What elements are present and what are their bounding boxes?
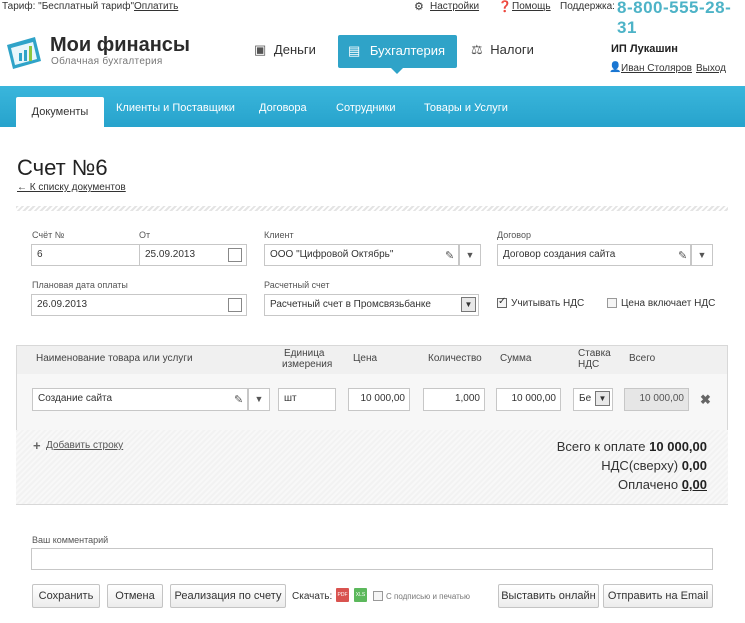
- chevron-down-icon[interactable]: ▼: [248, 388, 270, 411]
- vat-value: 0,00: [681, 458, 707, 473]
- item-price-field[interactable]: 10 000,00: [348, 388, 410, 411]
- comment-input[interactable]: [31, 548, 713, 570]
- client-label: Клиент: [264, 230, 294, 240]
- pay-link[interactable]: Оплатить: [134, 1, 178, 12]
- wallet-icon: ▣: [254, 42, 267, 57]
- download-label: Скачать:: [292, 591, 333, 602]
- xls-icon[interactable]: XLS: [354, 588, 367, 602]
- send-email-button[interactable]: Отправить на Email: [603, 584, 713, 608]
- plus-icon: +: [33, 438, 41, 453]
- col-rate-header-2: НДС: [578, 359, 600, 370]
- select-arrow-icon[interactable]: ▼: [595, 391, 610, 406]
- support-label: Поддержка:: [560, 1, 615, 12]
- sign-stamp-checkbox[interactable]: [373, 591, 383, 601]
- cancel-button[interactable]: Отмена: [107, 584, 163, 608]
- total-due-line: Всего к оплате 10 000,00: [556, 439, 707, 454]
- tab-contracts[interactable]: Договора: [259, 102, 307, 114]
- col-sum-header: Сумма: [500, 353, 532, 364]
- pencil-icon[interactable]: ✎: [678, 249, 687, 262]
- nav-taxes[interactable]: ⚖ Налоги: [471, 42, 541, 62]
- account-select[interactable]: Расчетный счет в Промсвязьбанке: [264, 294, 479, 316]
- tariff-text: Тариф: "Бесплатный тариф": [2, 1, 135, 12]
- comment-label: Ваш комментарий: [32, 535, 109, 545]
- calendar-icon[interactable]: [228, 298, 242, 312]
- vat-line: НДС(сверху) 0,00: [601, 458, 707, 473]
- pdf-icon[interactable]: PDF: [336, 588, 349, 602]
- calendar-icon[interactable]: [228, 248, 242, 262]
- sign-stamp-label: С подписью и печатью: [386, 592, 470, 601]
- contract-label: Договор: [497, 230, 531, 240]
- col-unit-header-1: Единица: [284, 348, 325, 359]
- realization-button[interactable]: Реализация по счету: [170, 584, 286, 608]
- col-qty-header: Количество: [428, 353, 482, 364]
- support-phone: 8-800-555-28-31: [617, 0, 732, 37]
- nav-money[interactable]: ▣ Деньги: [254, 42, 324, 62]
- tab-goods-services[interactable]: Товары и Услуги: [424, 102, 508, 114]
- account-label: Расчетный счет: [264, 280, 330, 290]
- pay-date-label: Плановая дата оплаты: [32, 280, 128, 290]
- date-label: От: [139, 230, 151, 240]
- contract-field[interactable]: Договор создания сайта: [497, 244, 691, 266]
- logout-link[interactable]: Выход: [696, 63, 726, 74]
- user-name-link[interactable]: Иван Столяров: [621, 63, 692, 74]
- nav-accounting[interactable]: ▤ Бухгалтерия: [338, 35, 457, 68]
- col-unit-header-2: измерения: [282, 359, 333, 370]
- vat-included-checkbox[interactable]: [607, 298, 617, 308]
- page-title: Счет №6: [17, 155, 108, 180]
- scales-icon: ⚖: [471, 42, 483, 57]
- total-due-value: 10 000,00: [649, 439, 707, 454]
- company-name: ИП Лукашин: [611, 43, 678, 55]
- user-icon: 👤: [609, 62, 622, 73]
- top-bar: Тариф: "Бесплатный тариф" Оплатить ⚙ Нас…: [0, 0, 745, 37]
- active-nav-pointer: [391, 68, 403, 74]
- brand-subtitle: Облачная бухгалтерия: [51, 56, 163, 67]
- chevron-down-icon[interactable]: ▼: [691, 244, 713, 266]
- add-row-link[interactable]: Добавить строку: [46, 440, 123, 451]
- pencil-icon[interactable]: ✎: [234, 393, 243, 406]
- item-total-field: 10 000,00: [624, 388, 689, 411]
- col-total-header: Всего: [629, 353, 656, 364]
- item-name-field[interactable]: Создание сайта: [32, 388, 248, 411]
- gear-icon: ⚙: [414, 1, 424, 13]
- checkmark-icon: ✓: [498, 296, 507, 307]
- tab-documents[interactable]: Документы: [16, 97, 104, 127]
- paid-line: Оплачено 0,00: [617, 477, 707, 492]
- pay-date-field[interactable]: 26.09.2013: [31, 294, 247, 316]
- number-field[interactable]: 6: [31, 244, 140, 266]
- delete-row-icon[interactable]: ✖: [700, 392, 711, 408]
- chevron-down-icon[interactable]: ▼: [459, 244, 481, 266]
- publish-online-button[interactable]: Выставить онлайн: [498, 584, 599, 608]
- tab-employees[interactable]: Сотрудники: [336, 102, 396, 114]
- vat-checkbox[interactable]: ✓: [497, 296, 507, 308]
- pencil-icon[interactable]: ✎: [445, 249, 454, 262]
- select-arrow-icon[interactable]: ▼: [461, 297, 476, 312]
- back-to-list-link[interactable]: ← К списку документов: [17, 182, 126, 193]
- logo-icon: [7, 37, 41, 69]
- number-label: Счёт №: [32, 230, 65, 240]
- client-field[interactable]: ООО "Цифровой Октябрь": [264, 244, 459, 266]
- settings-link[interactable]: Настройки: [430, 1, 479, 12]
- item-unit-field[interactable]: шт: [278, 388, 336, 411]
- brand-title: Мои финансы: [50, 34, 191, 56]
- col-name-header: Наименование товара или услуги: [36, 353, 193, 364]
- paid-value[interactable]: 0,00: [682, 477, 707, 492]
- col-price-header: Цена: [353, 353, 378, 364]
- help-link[interactable]: Помощь: [512, 1, 551, 12]
- tab-clients[interactable]: Клиенты и Поставщики: [116, 102, 235, 114]
- item-qty-field[interactable]: 1,000: [423, 388, 485, 411]
- save-button[interactable]: Сохранить: [32, 584, 100, 608]
- divider: [16, 206, 728, 211]
- vat-checkbox-label: Учитывать НДС: [511, 298, 585, 309]
- col-rate-header-1: Ставка: [578, 348, 611, 359]
- vat-included-label: Цена включает НДС: [621, 298, 716, 309]
- briefcase-icon: ▤: [348, 43, 361, 58]
- help-icon: ❓: [498, 1, 512, 13]
- item-sum-field[interactable]: 10 000,00: [496, 388, 561, 411]
